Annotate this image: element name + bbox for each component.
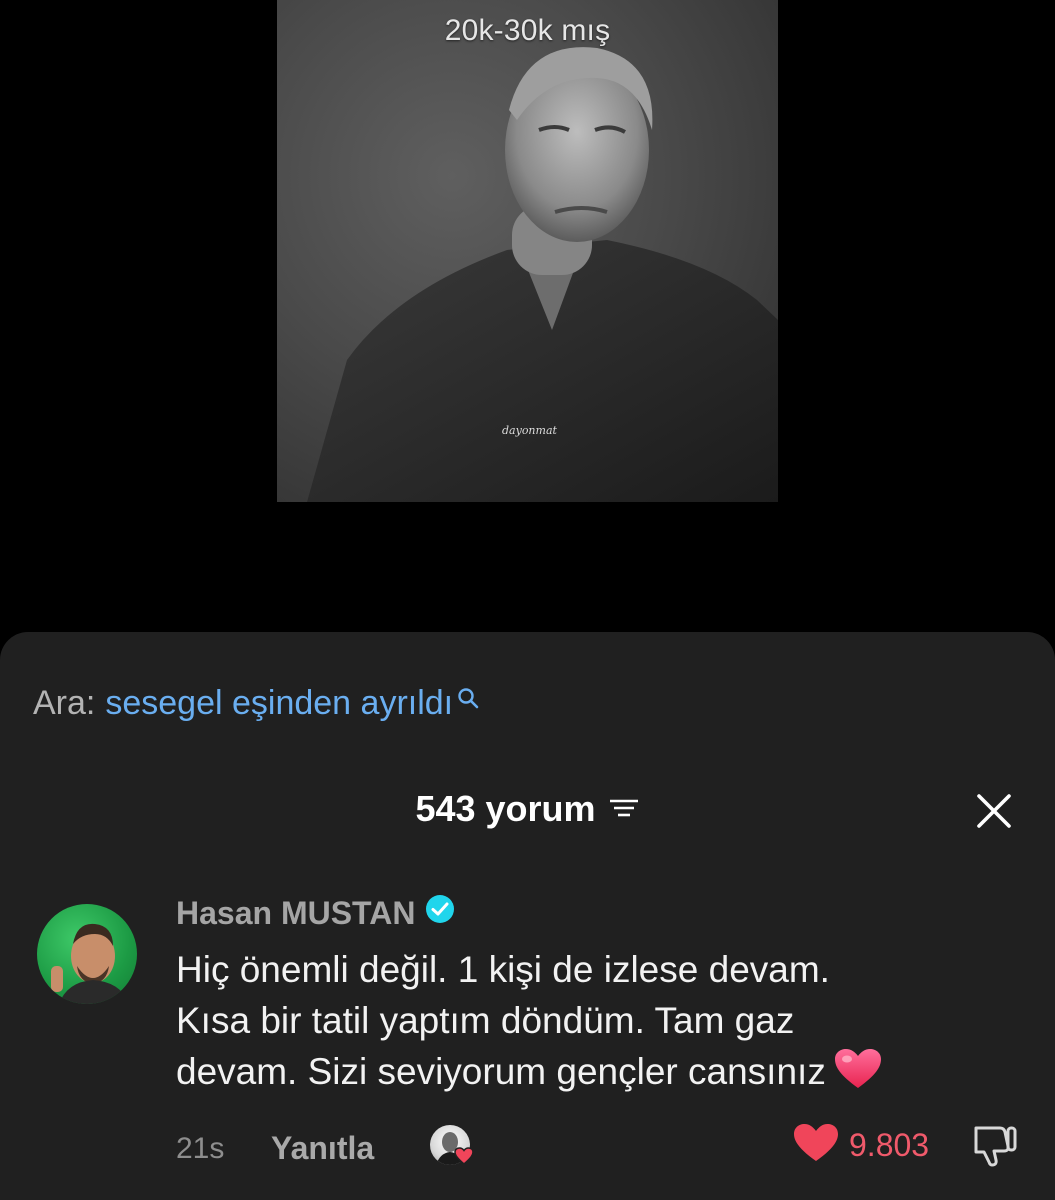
sort-filter-icon[interactable] (608, 788, 640, 830)
search-suggestion-prefix: Ara: (33, 684, 96, 722)
comments-header: 543 yorum (0, 788, 1055, 830)
comment-line: Hiç önemli değil. 1 kişi de izlese devam… (176, 949, 830, 990)
heart-icon[interactable] (793, 1123, 839, 1168)
comment-time: 21s (176, 1132, 225, 1165)
comment-count: 543 yorum (415, 788, 596, 829)
heart-emoji-icon (834, 1048, 882, 1103)
creator-liked-badge (430, 1125, 474, 1169)
close-icon[interactable] (975, 792, 1013, 830)
video-caption: 20k-30k mış (444, 14, 611, 47)
search-icon[interactable] (456, 680, 480, 719)
comment-text: Hiç önemli değil. 1 kişi de izlese devam… (176, 944, 1006, 1103)
video-player[interactable]: 20k-30k mış dayonmat (0, 0, 1055, 640)
creator-heart-icon (454, 1147, 474, 1170)
commenter-row: Hasan MUSTAN (176, 894, 455, 932)
commenter-avatar[interactable] (37, 904, 137, 1004)
commenter-name[interactable]: Hasan MUSTAN (176, 895, 415, 932)
search-suggestion[interactable]: Ara: sesegel eşinden ayrıldı (33, 684, 480, 723)
video-watermark: dayonmat (502, 424, 557, 437)
comment-line: Kısa bir tatil yaptım döndüm. Tam gaz (176, 1000, 795, 1041)
verified-badge-icon (425, 894, 455, 932)
dislike-button[interactable] (970, 1124, 1018, 1173)
thumbs-down-icon[interactable] (970, 1124, 1018, 1168)
like-count: 9.803 (849, 1127, 930, 1163)
like-button[interactable]: 9.803 (793, 1123, 929, 1168)
video-thumbnail[interactable]: 20k-30k mış dayonmat (277, 0, 778, 502)
search-suggestion-term[interactable]: sesegel eşinden ayrıldı (105, 684, 453, 723)
reply-button[interactable]: Yanıtla (271, 1130, 374, 1167)
close-button[interactable] (975, 792, 1013, 835)
comment-line: devam. Sizi seviyorum gençler cansınız (176, 1051, 826, 1092)
comments-sheet: Ara: sesegel eşinden ayrıldı 543 yorum H… (0, 632, 1055, 1200)
